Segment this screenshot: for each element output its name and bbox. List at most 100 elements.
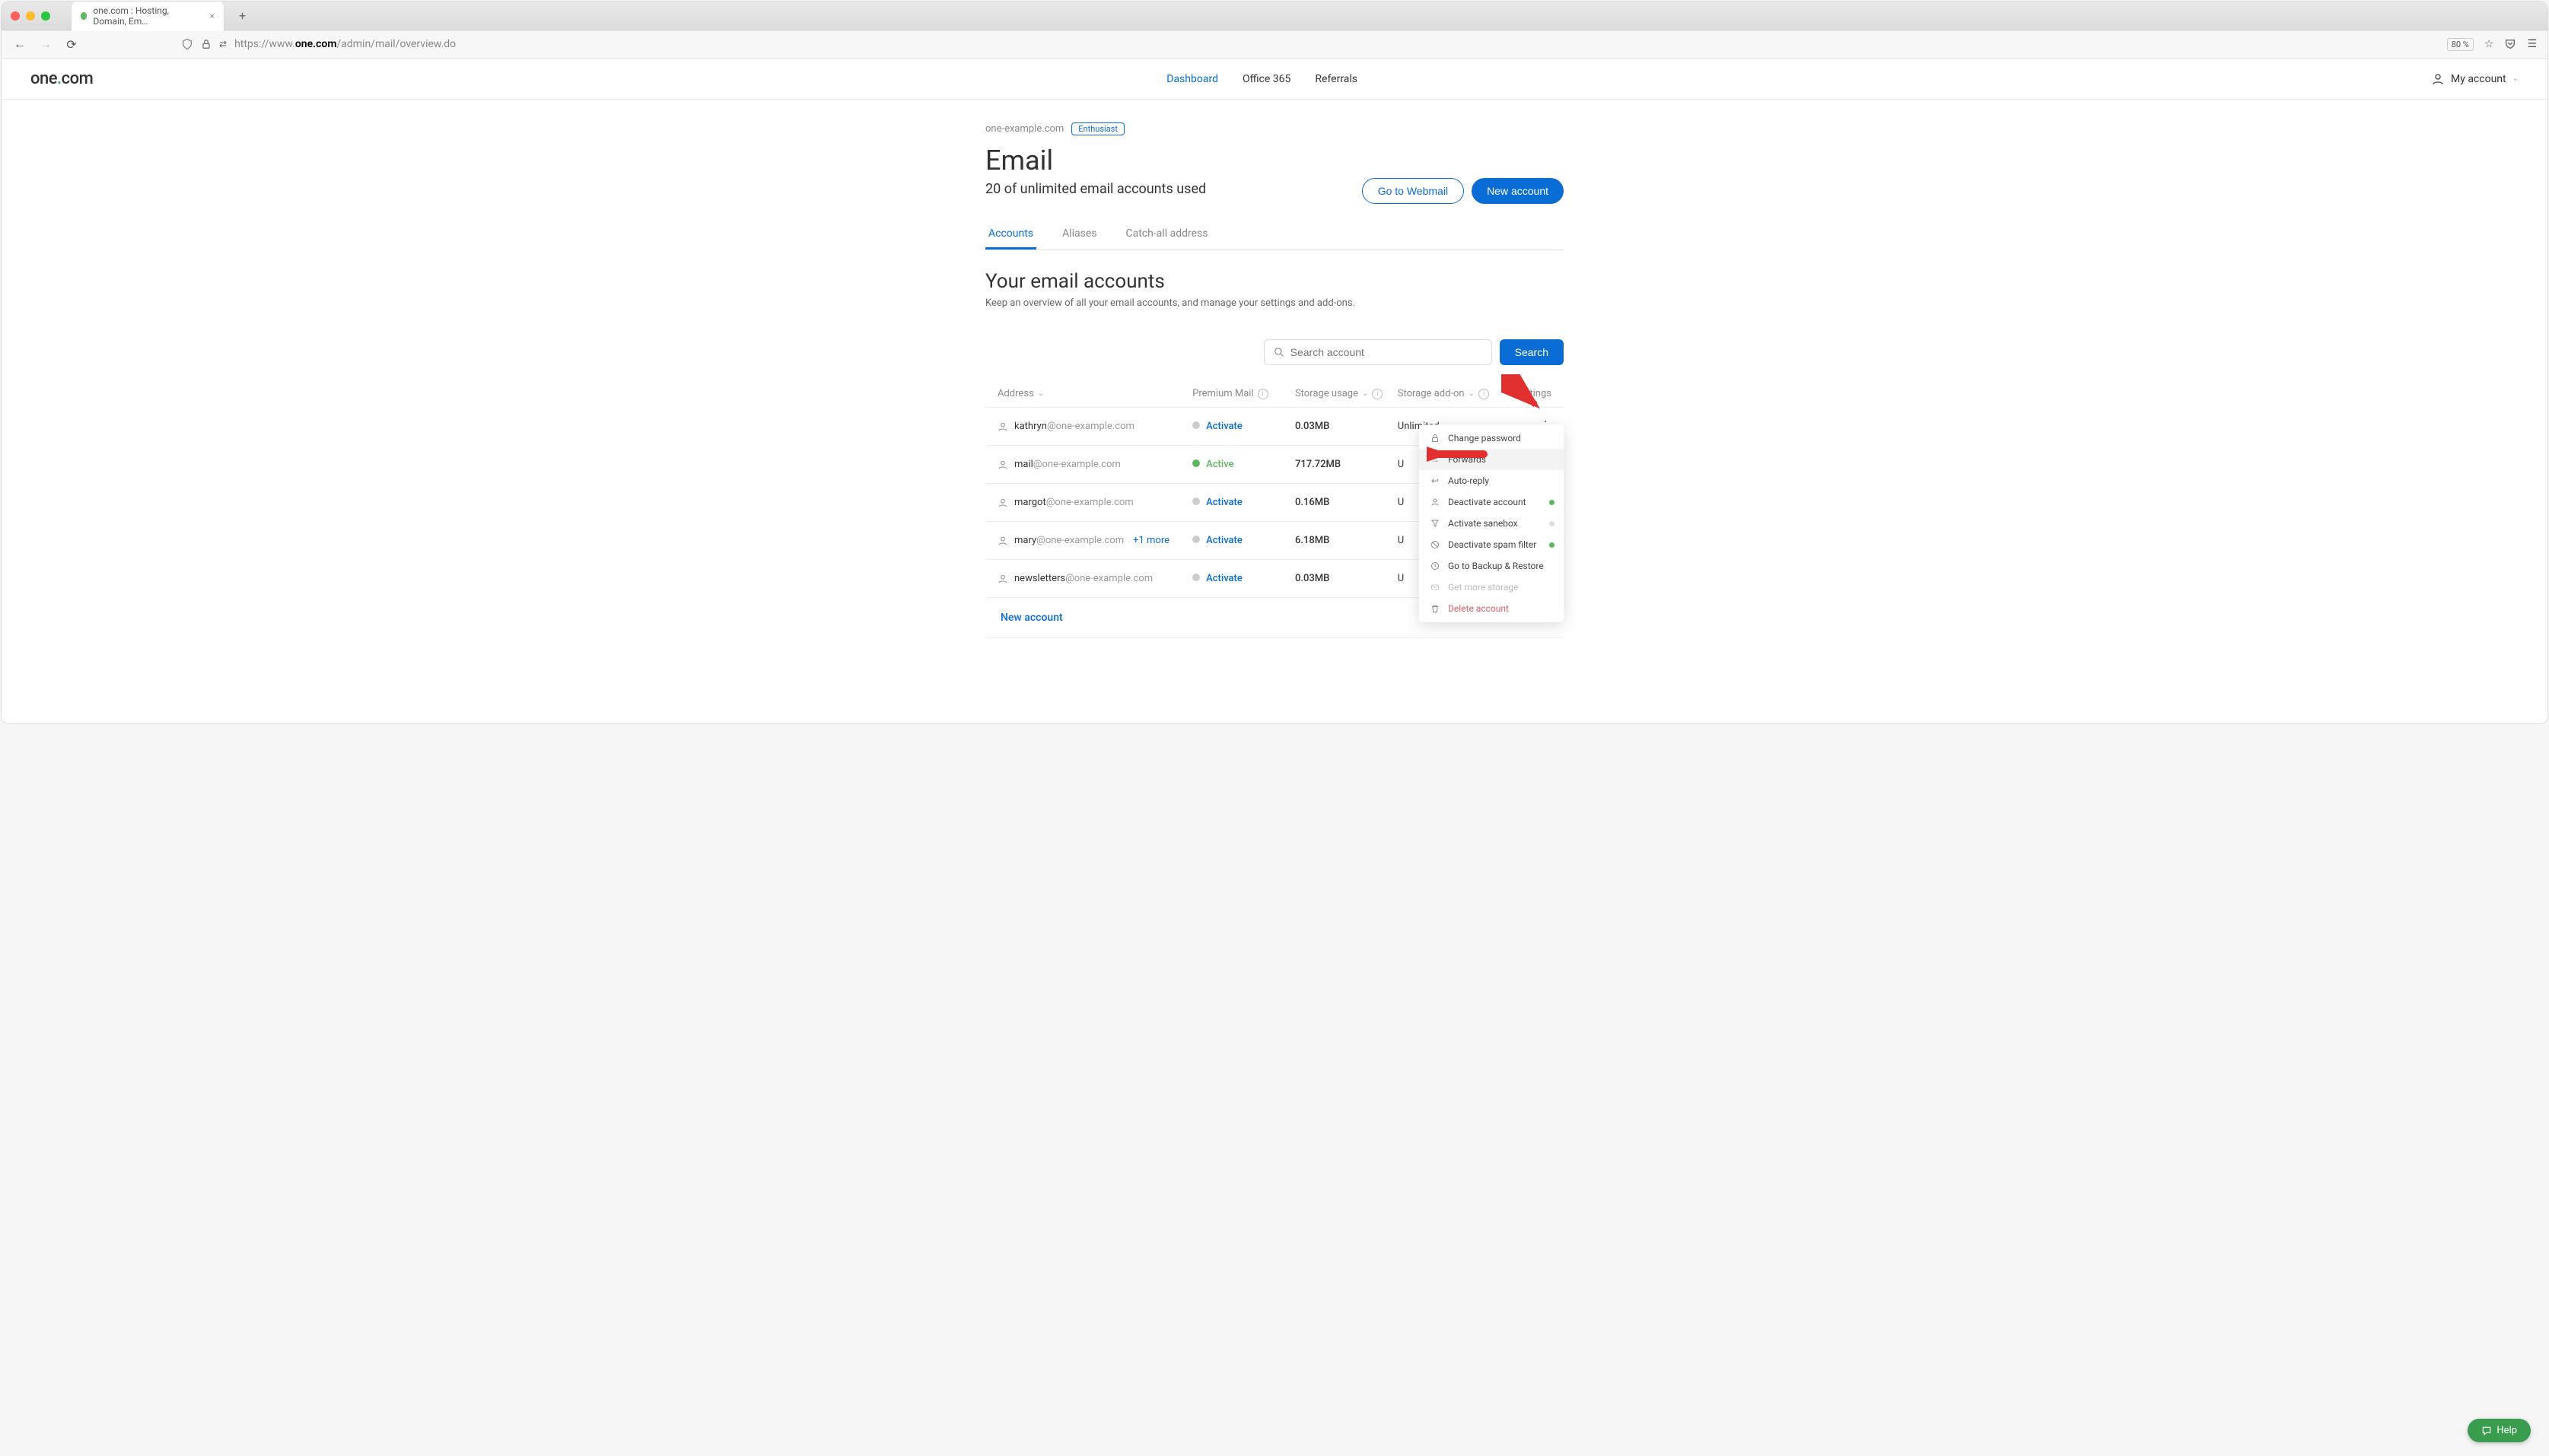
user-icon bbox=[998, 498, 1008, 508]
url-display[interactable]: https://www.one.com/admin/mail/overview.… bbox=[234, 38, 456, 50]
trash-icon bbox=[1430, 604, 1440, 613]
nav-referrals[interactable]: Referrals bbox=[1315, 73, 1357, 85]
help-button[interactable]: Help bbox=[2468, 1419, 2531, 1442]
tab-catchall[interactable]: Catch-all address bbox=[1122, 220, 1211, 250]
account-menu[interactable]: My account ⌄ bbox=[2431, 72, 2519, 86]
tab-title: one.com : Hosting, Domain, Em… bbox=[93, 5, 203, 27]
menu-deactivate-spam[interactable]: Deactivate spam filter bbox=[1419, 534, 1564, 555]
col-addon[interactable]: Storage add-on ⌄ i bbox=[1398, 388, 1500, 399]
breadcrumb: one-example.com Enthusiast bbox=[985, 122, 1564, 135]
filter-icon bbox=[1430, 519, 1440, 528]
arrow-right-icon: → bbox=[1430, 454, 1440, 465]
info-icon[interactable]: i bbox=[1478, 389, 1489, 399]
nav-office365[interactable]: Office 365 bbox=[1243, 73, 1290, 85]
nav-dashboard[interactable]: Dashboard bbox=[1166, 73, 1218, 85]
email-domain: @one-example.com bbox=[1047, 421, 1134, 432]
search-input[interactable] bbox=[1290, 346, 1482, 358]
maximize-window-icon[interactable] bbox=[41, 11, 50, 21]
premium-status[interactable]: Activate bbox=[1192, 497, 1295, 508]
user-icon bbox=[1430, 498, 1440, 507]
email-local: kathryn bbox=[1014, 421, 1047, 432]
favicon-icon bbox=[81, 12, 87, 20]
tab-aliases[interactable]: Aliases bbox=[1059, 220, 1099, 250]
menu-forwards[interactable]: → Forwards bbox=[1419, 449, 1564, 470]
status-dot-icon bbox=[1192, 459, 1200, 467]
browser-tab[interactable]: one.com : Hosting, Domain, Em… × bbox=[72, 2, 224, 31]
status-dot-icon bbox=[1192, 498, 1200, 505]
menu-activate-sanebox[interactable]: Activate sanebox bbox=[1419, 513, 1564, 534]
search-icon bbox=[1274, 347, 1284, 358]
col-address[interactable]: Address ⌄ bbox=[998, 388, 1192, 399]
tab-accounts[interactable]: Accounts bbox=[985, 220, 1036, 250]
storage-usage: 0.03MB bbox=[1295, 421, 1398, 432]
close-tab-icon[interactable]: × bbox=[210, 11, 215, 21]
email-cell: margot@one-example.com bbox=[998, 497, 1192, 508]
shield-icon[interactable] bbox=[181, 38, 193, 50]
more-aliases-link[interactable]: +1 more bbox=[1133, 535, 1169, 546]
chevron-down-icon: ⌄ bbox=[2512, 75, 2519, 83]
hamburger-menu-icon[interactable]: ☰ bbox=[2527, 38, 2537, 50]
search-button[interactable]: Search bbox=[1500, 339, 1564, 365]
premium-status[interactable]: Activate bbox=[1192, 535, 1295, 546]
go-webmail-button[interactable]: Go to Webmail bbox=[1362, 178, 1464, 204]
titlebar: one.com : Hosting, Domain, Em… × + bbox=[2, 2, 2547, 30]
reply-icon: ↩ bbox=[1430, 475, 1440, 486]
settings-dropdown: Change password → Forwards ↩ Auto-reply … bbox=[1419, 424, 1564, 622]
col-settings: Settings bbox=[1500, 388, 1551, 399]
email-cell: newsletters@one-example.com bbox=[998, 573, 1192, 584]
domain-name: one-example.com bbox=[985, 123, 1064, 135]
mail-icon bbox=[1430, 583, 1440, 592]
menu-backup[interactable]: Go to Backup & Restore bbox=[1419, 555, 1564, 577]
email-local: mail bbox=[1014, 459, 1033, 470]
lock-icon[interactable] bbox=[201, 39, 212, 49]
reload-button[interactable]: ⟳ bbox=[64, 37, 79, 52]
pocket-icon[interactable] bbox=[2504, 38, 2516, 50]
minimize-window-icon[interactable] bbox=[26, 11, 35, 21]
user-icon bbox=[998, 536, 1008, 546]
permissions-icon[interactable]: ⇄ bbox=[219, 39, 227, 49]
plan-badge: Enthusiast bbox=[1071, 122, 1125, 135]
search-box[interactable] bbox=[1264, 339, 1492, 365]
status-dot-icon bbox=[1549, 542, 1555, 548]
email-cell: mary@one-example.com +1 more bbox=[998, 535, 1192, 546]
section-desc: Keep an overview of all your email accou… bbox=[985, 297, 1564, 309]
storage-usage: 717.72MB bbox=[1295, 459, 1398, 470]
menu-auto-reply[interactable]: ↩ Auto-reply bbox=[1419, 470, 1564, 491]
user-icon bbox=[998, 459, 1008, 470]
back-button[interactable]: ← bbox=[12, 37, 27, 52]
menu-get-storage: Get more storage bbox=[1419, 577, 1564, 598]
forward-button[interactable]: → bbox=[38, 37, 53, 52]
clock-icon bbox=[1430, 561, 1440, 571]
zoom-level[interactable]: 80 % bbox=[2447, 38, 2474, 51]
user-icon bbox=[2431, 72, 2445, 86]
email-domain: @one-example.com bbox=[1065, 573, 1153, 584]
premium-status[interactable]: Active bbox=[1192, 459, 1295, 470]
section-title: Your email accounts bbox=[985, 270, 1564, 293]
status-dot-icon bbox=[1192, 574, 1200, 581]
new-tab-button[interactable]: + bbox=[239, 8, 246, 23]
info-icon[interactable]: i bbox=[1372, 389, 1383, 399]
sort-icon: ⌄ bbox=[1038, 389, 1044, 398]
close-window-icon[interactable] bbox=[11, 11, 20, 21]
site-header: one.com Dashboard Office 365 Referrals M… bbox=[2, 59, 2547, 100]
menu-delete-account[interactable]: Delete account bbox=[1419, 598, 1564, 619]
user-icon bbox=[998, 421, 1008, 432]
email-cell: mail@one-example.com bbox=[998, 459, 1192, 470]
browser-toolbar: ← → ⟳ ⇄ https://www.one.com/admin/mail/o… bbox=[2, 30, 2547, 59]
menu-change-password[interactable]: Change password bbox=[1419, 428, 1564, 449]
new-account-button[interactable]: New account bbox=[1472, 178, 1564, 204]
premium-status[interactable]: Activate bbox=[1192, 573, 1295, 584]
block-icon bbox=[1430, 540, 1440, 549]
bookmark-icon[interactable]: ☆ bbox=[2484, 38, 2494, 50]
status-dot-icon bbox=[1192, 421, 1200, 429]
status-dot-icon bbox=[1549, 500, 1555, 505]
premium-status[interactable]: Activate bbox=[1192, 421, 1295, 432]
window-controls bbox=[11, 11, 50, 21]
menu-deactivate-account[interactable]: Deactivate account bbox=[1419, 491, 1564, 513]
email-domain: @one-example.com bbox=[1036, 535, 1124, 546]
col-storage[interactable]: Storage usage ⌄ i bbox=[1295, 388, 1398, 399]
tabs: Accounts Aliases Catch-all address bbox=[985, 220, 1564, 250]
info-icon[interactable]: i bbox=[1258, 389, 1268, 399]
user-icon bbox=[998, 574, 1008, 584]
logo[interactable]: one.com bbox=[30, 69, 93, 88]
